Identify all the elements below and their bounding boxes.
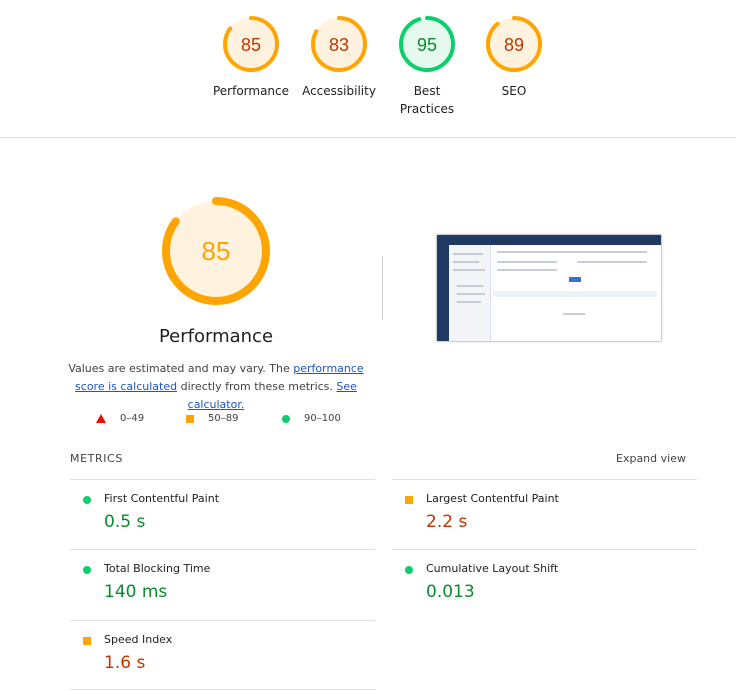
square-icon [405, 496, 413, 504]
gauge-score: 95 [417, 35, 437, 55]
metric-value: 140 ms [104, 582, 168, 602]
thumb-line [497, 269, 557, 271]
gauge-label: Accessibility [302, 84, 376, 98]
metric-name: First Contentful Paint [104, 492, 220, 505]
metric-first-contentful-paint: First Contentful Paint 0.5 s [70, 479, 375, 549]
circle-icon [83, 566, 91, 574]
gauge-label: Performance [212, 84, 290, 98]
metric-value: 0.013 [426, 582, 475, 602]
thumb-line [577, 261, 647, 263]
square-icon [186, 414, 194, 423]
metric-speed-index: Speed Index 1.6 s [70, 620, 375, 690]
thumb-line [457, 293, 485, 295]
gauge-accessibility[interactable]: 83 Accessibility [289, 14, 389, 100]
gauge-score: 83 [329, 35, 349, 55]
thumb-header [437, 235, 661, 245]
legend-range: 90–100 [304, 413, 341, 424]
metric-value: 2.2 s [426, 512, 468, 532]
legend-range: 50–89 [208, 413, 239, 424]
thumb-line [497, 261, 557, 263]
gauge-score: 89 [504, 35, 524, 55]
metric-total-blocking-time: Total Blocking Time 140 ms [70, 549, 375, 619]
category-gauges: 85 Performance 83 Accessibility 95 Best … [0, 0, 736, 138]
gauge-performance[interactable]: 85 Performance [201, 14, 301, 100]
legend-fail: 0–49 [96, 413, 144, 424]
circle-icon [405, 566, 413, 574]
legend-range: 0–49 [120, 413, 145, 424]
performance-description: Values are estimated and may vary. The p… [66, 360, 366, 414]
expand-view-toggle[interactable]: Expand view [616, 452, 686, 465]
performance-gauge-icon: 85 [162, 197, 270, 305]
metric-name: Speed Index [104, 633, 173, 646]
divider [70, 689, 375, 690]
metric-value: 1.6 s [104, 653, 146, 673]
legend-pass: 90–100 [282, 413, 341, 424]
circle-icon [282, 414, 290, 423]
metric-largest-contentful-paint: Largest Contentful Paint 2.2 s [392, 479, 697, 549]
gauge-ring-icon: 95 [399, 16, 455, 72]
desc-text: directly from these metrics. [177, 380, 337, 393]
triangle-icon [96, 414, 106, 423]
gauge-best-practices[interactable]: 95 Best Practices [377, 14, 477, 118]
divider [382, 256, 383, 320]
thumb-line [497, 251, 647, 253]
metric-name: Cumulative Layout Shift [426, 562, 559, 575]
final-screenshot-thumbnail[interactable] [436, 234, 662, 342]
thumb-line [563, 313, 585, 315]
legend-average: 50–89 [186, 413, 238, 424]
desc-text: Values are estimated and may vary. The [68, 362, 294, 375]
metrics-header: METRICS [70, 452, 123, 465]
thumb-line [457, 301, 481, 303]
metric-cumulative-layout-shift: Cumulative Layout Shift 0.013 [392, 549, 697, 619]
square-icon [83, 637, 91, 645]
gauge-ring-icon: 85 [223, 16, 279, 72]
thumb-line [457, 285, 483, 287]
gauge-score: 85 [241, 35, 261, 55]
performance-title: Performance [158, 326, 274, 347]
circle-icon [83, 496, 91, 504]
metric-name: Total Blocking Time [104, 562, 211, 575]
performance-score: 85 [202, 236, 231, 266]
thumb-button [569, 277, 581, 282]
gauge-seo[interactable]: 89 SEO [464, 14, 564, 100]
thumb-line [453, 253, 483, 255]
gauge-label: Best Practices [399, 84, 455, 116]
thumb-table-header [493, 291, 657, 297]
metric-name: Largest Contentful Paint [426, 492, 559, 505]
gauge-ring-icon: 89 [486, 16, 542, 72]
metric-value: 0.5 s [104, 512, 146, 532]
gauge-ring-icon: 83 [311, 16, 367, 72]
thumb-line [453, 261, 479, 263]
thumb-sidebar [437, 245, 449, 341]
thumb-line [453, 269, 485, 271]
gauge-label: SEO [501, 84, 527, 98]
